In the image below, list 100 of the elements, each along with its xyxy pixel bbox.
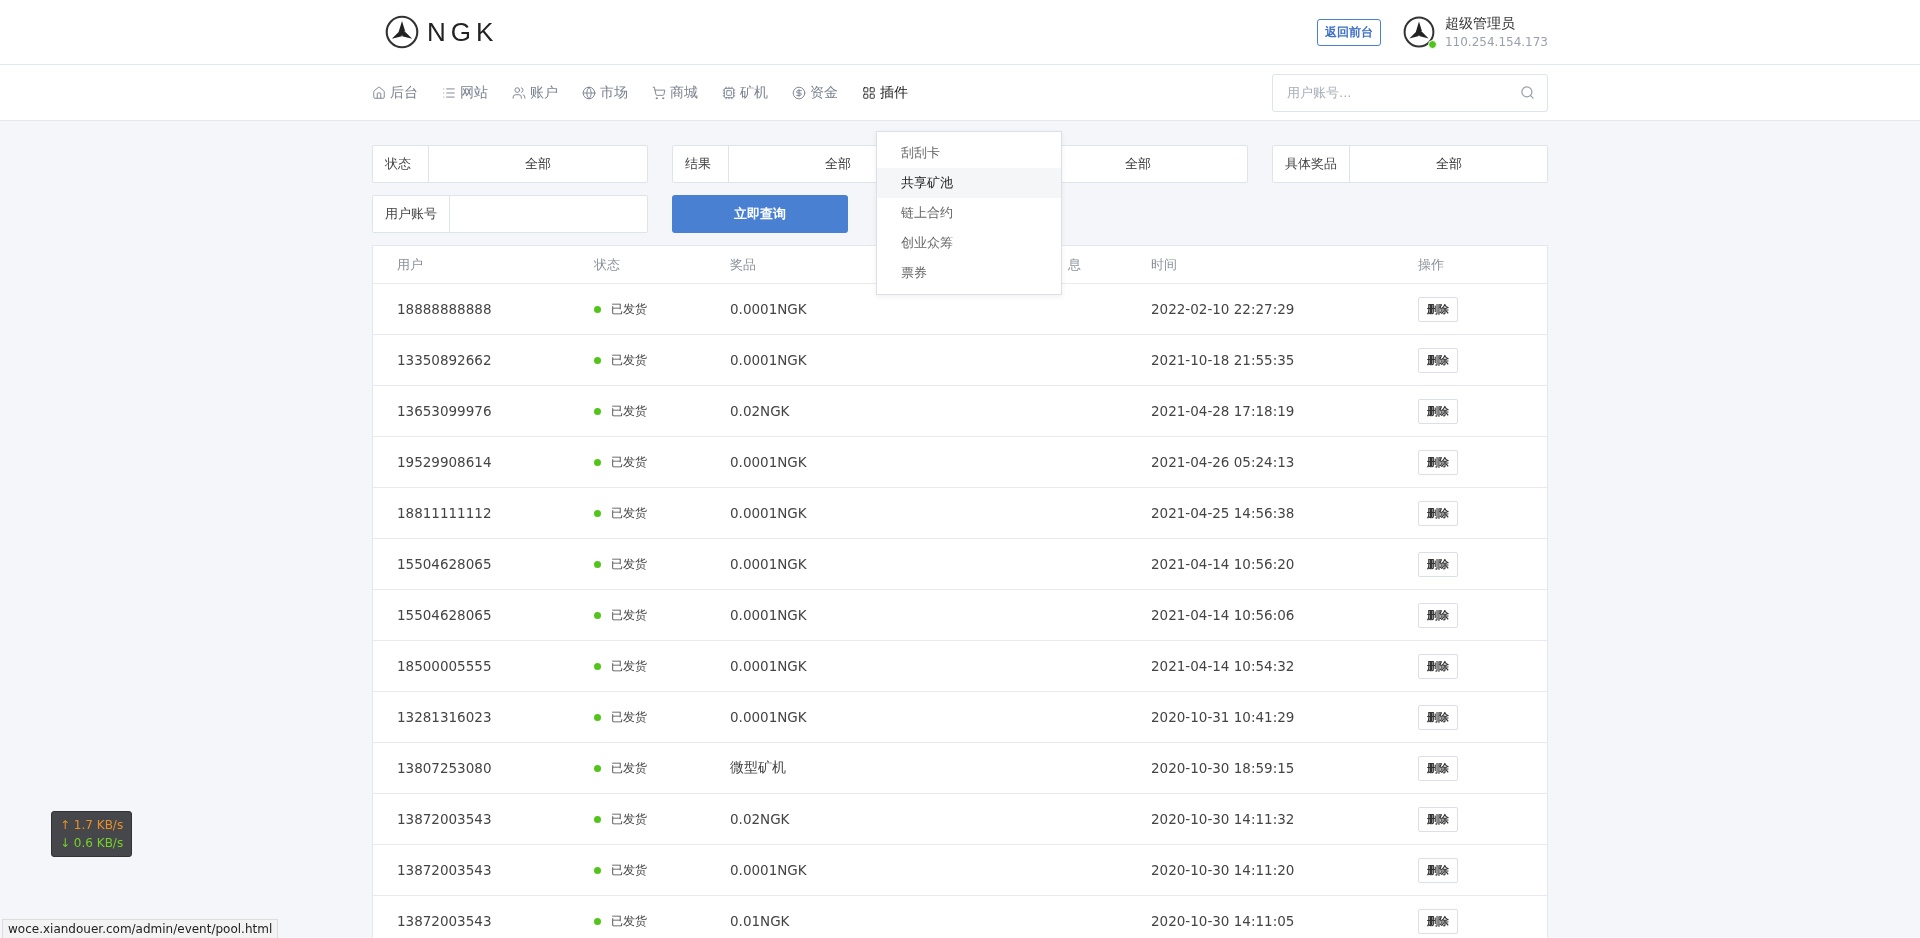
nav-item[interactable]: 后台 xyxy=(372,83,418,102)
filter-label: 状态 xyxy=(373,146,429,182)
table-cell: 0.0001NGK xyxy=(730,607,807,623)
logo-mark-icon xyxy=(1402,16,1435,48)
menu-item[interactable]: 链上合约 xyxy=(877,198,1061,228)
column-header: 时间 xyxy=(1151,255,1177,274)
status-dot xyxy=(594,458,601,466)
users-icon xyxy=(512,85,526,100)
status-text: 已发货 xyxy=(611,351,647,369)
table-cell: 0.0001NGK xyxy=(730,556,807,572)
back-to-frontend-button[interactable]: 返回前台 xyxy=(1316,18,1381,46)
nav-item[interactable]: 商城 xyxy=(652,83,698,102)
search-icon[interactable] xyxy=(1520,85,1535,100)
nav-item[interactable]: 网站 xyxy=(442,83,488,102)
delete-button[interactable]: 删除 xyxy=(1418,449,1458,475)
status-text: 已发货 xyxy=(611,555,647,573)
status-dot xyxy=(594,356,601,364)
table-cell: 15504628065 xyxy=(397,607,492,623)
menu-item[interactable]: 创业众筹 xyxy=(877,228,1061,258)
delete-button[interactable]: 删除 xyxy=(1418,602,1458,628)
nav-item[interactable]: 账户 xyxy=(512,83,558,102)
status-dot xyxy=(594,815,601,823)
menu-item[interactable]: 刮刮卡 xyxy=(877,138,1061,168)
delete-button[interactable]: 删除 xyxy=(1418,755,1458,781)
table-cell: 0.01NGK xyxy=(730,913,790,929)
nav-item[interactable]: 资金 xyxy=(792,83,838,102)
coin-icon xyxy=(792,85,806,100)
logo-text: NGK xyxy=(427,16,499,48)
table-cell: 0.0001NGK xyxy=(730,301,807,317)
status-dot xyxy=(594,764,601,772)
menu-item[interactable]: 共享矿池 xyxy=(877,168,1061,198)
table-cell: 13281316023 xyxy=(397,709,492,725)
grid-icon xyxy=(862,85,876,100)
globe-icon xyxy=(582,85,596,100)
status-url: woce.xiandouer.com/admin/event/pool.html xyxy=(2,919,279,938)
status-dot xyxy=(594,866,601,874)
query-button[interactable]: 立即查询 xyxy=(672,195,848,233)
status-text: 已发货 xyxy=(611,453,647,471)
table-cell: 2021-04-25 14:56:38 xyxy=(1151,505,1295,521)
delete-button[interactable]: 删除 xyxy=(1418,806,1458,832)
table-cell: 2021-04-28 17:18:19 xyxy=(1151,403,1295,419)
column-header: 奖品 xyxy=(730,255,756,274)
status-text: 已发货 xyxy=(611,759,647,777)
status-text: 已发货 xyxy=(611,504,647,522)
chip-icon xyxy=(722,85,736,100)
status-dot xyxy=(594,305,601,313)
table-cell: 2021-04-14 10:56:20 xyxy=(1151,556,1295,572)
table-cell: 2020-10-30 14:11:32 xyxy=(1151,811,1295,827)
menu-item[interactable]: 票券 xyxy=(877,258,1061,288)
table-cell: 18500005555 xyxy=(397,658,492,674)
column-header: 状态 xyxy=(594,255,620,274)
delete-button[interactable]: 删除 xyxy=(1418,653,1458,679)
nav-item[interactable]: 市场 xyxy=(582,83,628,102)
cart-icon xyxy=(652,85,666,100)
status-text: 已发货 xyxy=(611,300,647,318)
download-speed: ↓ 0.6 KB/s xyxy=(60,835,124,852)
status-text: 已发货 xyxy=(611,657,647,675)
delete-button[interactable]: 删除 xyxy=(1418,398,1458,424)
nav-item[interactable]: 矿机 xyxy=(722,83,768,102)
house-icon xyxy=(372,85,386,100)
user-name: 超级管理员 xyxy=(1444,15,1516,33)
table-cell: 2021-04-14 10:56:06 xyxy=(1151,607,1295,623)
delete-button[interactable]: 删除 xyxy=(1418,347,1458,373)
delete-button[interactable]: 删除 xyxy=(1418,908,1458,934)
table-cell: 0.0001NGK xyxy=(730,352,807,368)
nav-item[interactable]: 插件 xyxy=(862,83,908,102)
table-cell: 13350892662 xyxy=(397,352,492,368)
list-icon xyxy=(442,85,456,100)
table-cell: 15504628065 xyxy=(397,556,492,572)
table-cell: 19529908614 xyxy=(397,454,492,470)
table-cell: 18811111112 xyxy=(397,505,492,521)
column-header: 用户 xyxy=(397,255,423,274)
filter-select[interactable]: 状态 全部 xyxy=(372,145,648,183)
table-cell: 微型矿机 xyxy=(730,759,786,777)
delete-button[interactable]: 删除 xyxy=(1418,500,1458,526)
delete-button[interactable]: 删除 xyxy=(1418,296,1458,322)
table-cell: 13872003543 xyxy=(397,862,492,878)
table-cell: 2020-10-30 14:11:05 xyxy=(1151,913,1295,929)
table-cell: 0.0001NGK xyxy=(730,709,807,725)
filter-label: 具体奖品 xyxy=(1273,146,1350,182)
delete-button[interactable]: 删除 xyxy=(1418,857,1458,883)
account-filter[interactable]: 用户账号 xyxy=(372,195,648,233)
table-cell: 0.02NGK xyxy=(730,403,790,419)
table-cell: 2022-02-10 22:27:29 xyxy=(1151,301,1295,317)
status-dot xyxy=(594,662,601,670)
column-header: 息 xyxy=(1068,255,1081,274)
table-cell: 2021-10-18 21:55:35 xyxy=(1151,352,1295,368)
filter-select[interactable]: 具体奖品 全部 xyxy=(1272,145,1548,183)
logo-mark-icon xyxy=(385,15,419,49)
status-dot xyxy=(594,611,601,619)
table-cell: 13807253080 xyxy=(397,760,492,776)
search-box[interactable]: 用户账号... xyxy=(1272,73,1548,112)
table-cell: 0.0001NGK xyxy=(730,454,807,470)
table-cell: 0.0001NGK xyxy=(730,658,807,674)
status-dot xyxy=(594,713,601,721)
table-cell: 2020-10-31 10:41:29 xyxy=(1151,709,1295,725)
status-dot xyxy=(594,560,601,568)
delete-button[interactable]: 删除 xyxy=(1418,551,1458,577)
delete-button[interactable]: 删除 xyxy=(1418,704,1458,730)
column-header: 操作 xyxy=(1418,255,1444,274)
